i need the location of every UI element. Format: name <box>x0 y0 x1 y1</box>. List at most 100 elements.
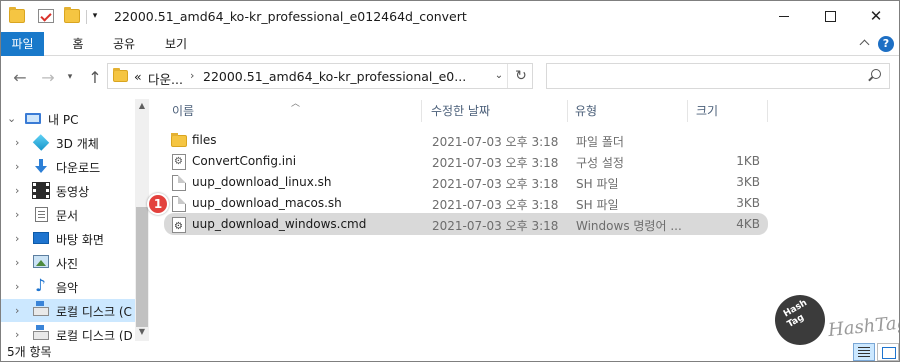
cmd-file-icon <box>172 217 186 233</box>
navigation-pane: ⌄ 내 PC › 3D 개체 › 다운로드 › 동영상 › 문서 › 바탕 화면 <box>1 99 149 341</box>
step-badge: 1 <box>147 193 169 215</box>
nav-item-this-pc[interactable]: ⌄ 내 PC <box>1 107 135 130</box>
music-icon <box>33 276 49 296</box>
column-divider[interactable] <box>687 100 688 122</box>
desktop-icon <box>33 232 49 244</box>
nav-pane-scrollbar[interactable]: ▲ ▼ <box>135 99 149 341</box>
breadcrumb-separator[interactable]: › <box>190 69 194 82</box>
file-row[interactable]: files 2021-07-03 오후 3:18 파일 폴더 <box>164 129 768 151</box>
new-folder-icon[interactable] <box>64 7 80 23</box>
arrow-right-icon: → <box>41 67 55 87</box>
nav-item-label: 문서 <box>56 209 79 223</box>
chevron-down-icon[interactable]: ⌄ <box>7 112 16 125</box>
breadcrumb-downloads[interactable]: 다운... <box>148 69 183 88</box>
refresh-icon[interactable]: ↻ <box>509 64 533 88</box>
file-name: uup_download_windows.cmd <box>192 217 367 231</box>
nav-item-3d-objects[interactable]: › 3D 개체 <box>1 131 135 154</box>
search-input[interactable] <box>546 63 890 89</box>
folder-icon <box>113 68 128 82</box>
breadcrumb-overflow[interactable]: « <box>134 69 142 84</box>
file-icon <box>172 175 186 191</box>
drive-icon <box>33 325 49 340</box>
column-header-name[interactable]: 이름 <box>172 100 194 122</box>
file-row-selected[interactable]: uup_download_windows.cmd 2021-07-03 오후 3… <box>164 213 768 235</box>
tab-view[interactable]: 보기 <box>156 32 196 56</box>
chevron-right-icon[interactable]: › <box>15 184 19 197</box>
file-modified: 2021-07-03 오후 3:18 <box>432 135 559 149</box>
file-name: files <box>192 133 217 147</box>
file-row[interactable]: ConvertConfig.ini 2021-07-03 오후 3:18 구성 … <box>164 150 768 172</box>
file-modified: 2021-07-03 오후 3:18 <box>432 156 559 170</box>
status-bar: 5개 항목 <box>1 341 899 361</box>
expand-ribbon-icon[interactable] <box>859 38 871 50</box>
tab-share[interactable]: 공유 <box>104 32 144 56</box>
folder-icon <box>171 133 187 147</box>
column-header-modified[interactable]: 수정한 날짜 <box>431 100 490 122</box>
column-divider[interactable] <box>567 100 568 122</box>
scroll-up-icon[interactable]: ▲ <box>135 99 149 113</box>
nav-item-pictures[interactable]: › 사진 <box>1 251 135 274</box>
address-bar[interactable]: « 다운... › 22000.51_amd64_ko-kr_professio… <box>107 63 533 89</box>
file-modified: 2021-07-03 오후 3:18 <box>432 198 559 212</box>
column-header-size[interactable]: 크기 <box>696 100 718 122</box>
column-divider[interactable] <box>767 100 768 122</box>
nav-item-downloads[interactable]: › 다운로드 <box>1 155 135 178</box>
file-type: Windows 명령어 ... <box>576 219 682 233</box>
title-bar: ▾ 22000.51_amd64_ko-kr_professional_e012… <box>1 1 899 32</box>
nav-item-label: 바탕 화면 <box>56 233 104 247</box>
maximize-button[interactable] <box>807 1 853 32</box>
recent-locations-button[interactable]: ▾ <box>63 67 77 87</box>
chevron-right-icon[interactable]: › <box>15 280 19 293</box>
nav-item-local-disk-d[interactable]: › 로컬 디스크 (D <box>1 323 135 341</box>
chevron-right-icon[interactable]: › <box>15 160 19 173</box>
quick-access-dropdown[interactable]: ▾ <box>89 9 101 23</box>
scrollbar-thumb[interactable] <box>136 207 148 327</box>
large-icons-view-icon[interactable] <box>877 343 899 361</box>
column-header-type[interactable]: 유형 <box>575 100 597 122</box>
chevron-down-icon: ▾ <box>67 72 73 82</box>
properties-check-icon[interactable] <box>38 9 54 23</box>
help-icon[interactable]: ? <box>878 36 894 52</box>
chevron-right-icon[interactable]: › <box>15 136 19 149</box>
file-type: 구성 설정 <box>576 156 624 170</box>
nav-item-desktop[interactable]: › 바탕 화면 <box>1 227 135 250</box>
close-icon: ✕ <box>869 7 883 25</box>
back-button[interactable]: ← <box>9 67 31 87</box>
download-icon <box>33 159 49 174</box>
breadcrumb-current[interactable]: 22000.51_amd64_ko-kr_professional_e0... <box>203 69 466 84</box>
forward-button[interactable]: → <box>37 67 59 87</box>
nav-item-label: 내 PC <box>48 113 79 127</box>
up-button[interactable]: ↑ <box>84 67 106 87</box>
column-divider[interactable] <box>421 100 422 122</box>
nav-item-documents[interactable]: › 문서 <box>1 203 135 226</box>
sort-ascending-icon: ︿ <box>291 99 301 109</box>
pc-icon <box>25 113 41 124</box>
details-view-icon[interactable] <box>853 343 875 361</box>
file-row[interactable]: uup_download_macos.sh 2021-07-03 오후 3:18… <box>164 192 768 214</box>
tab-home[interactable]: 홈 <box>63 32 93 56</box>
chevron-right-icon[interactable]: › <box>15 256 19 269</box>
chevron-right-icon[interactable]: › <box>15 232 19 245</box>
arrow-up-icon: ↑ <box>88 67 102 87</box>
chevron-right-icon[interactable]: › <box>15 208 19 221</box>
minimize-button[interactable] <box>761 1 807 32</box>
file-type: SH 파일 <box>576 177 619 191</box>
file-row[interactable]: uup_download_linux.sh 2021-07-03 오후 3:18… <box>164 171 768 193</box>
nav-item-videos[interactable]: › 동영상 <box>1 179 135 202</box>
nav-item-label: 로컬 디스크 (D <box>56 329 133 341</box>
file-modified: 2021-07-03 오후 3:18 <box>432 177 559 191</box>
address-dropdown-icon[interactable]: ⌄ <box>491 64 507 88</box>
chevron-right-icon[interactable]: › <box>15 304 19 317</box>
file-name: uup_download_macos.sh <box>192 196 342 210</box>
file-size: 3KB <box>736 175 760 189</box>
chevron-right-icon[interactable]: › <box>15 328 19 341</box>
close-button[interactable]: ✕ <box>853 1 899 32</box>
nav-item-local-disk-c[interactable]: › 로컬 디스크 (C <box>1 299 135 322</box>
file-size: 3KB <box>736 196 760 210</box>
drive-icon <box>33 301 49 316</box>
scroll-down-icon[interactable]: ▼ <box>135 325 149 339</box>
file-modified: 2021-07-03 오후 3:18 <box>432 219 559 233</box>
nav-item-music[interactable]: › 음악 <box>1 275 135 298</box>
tab-file[interactable]: 파일 <box>1 32 44 56</box>
nav-item-label: 사진 <box>56 257 79 271</box>
